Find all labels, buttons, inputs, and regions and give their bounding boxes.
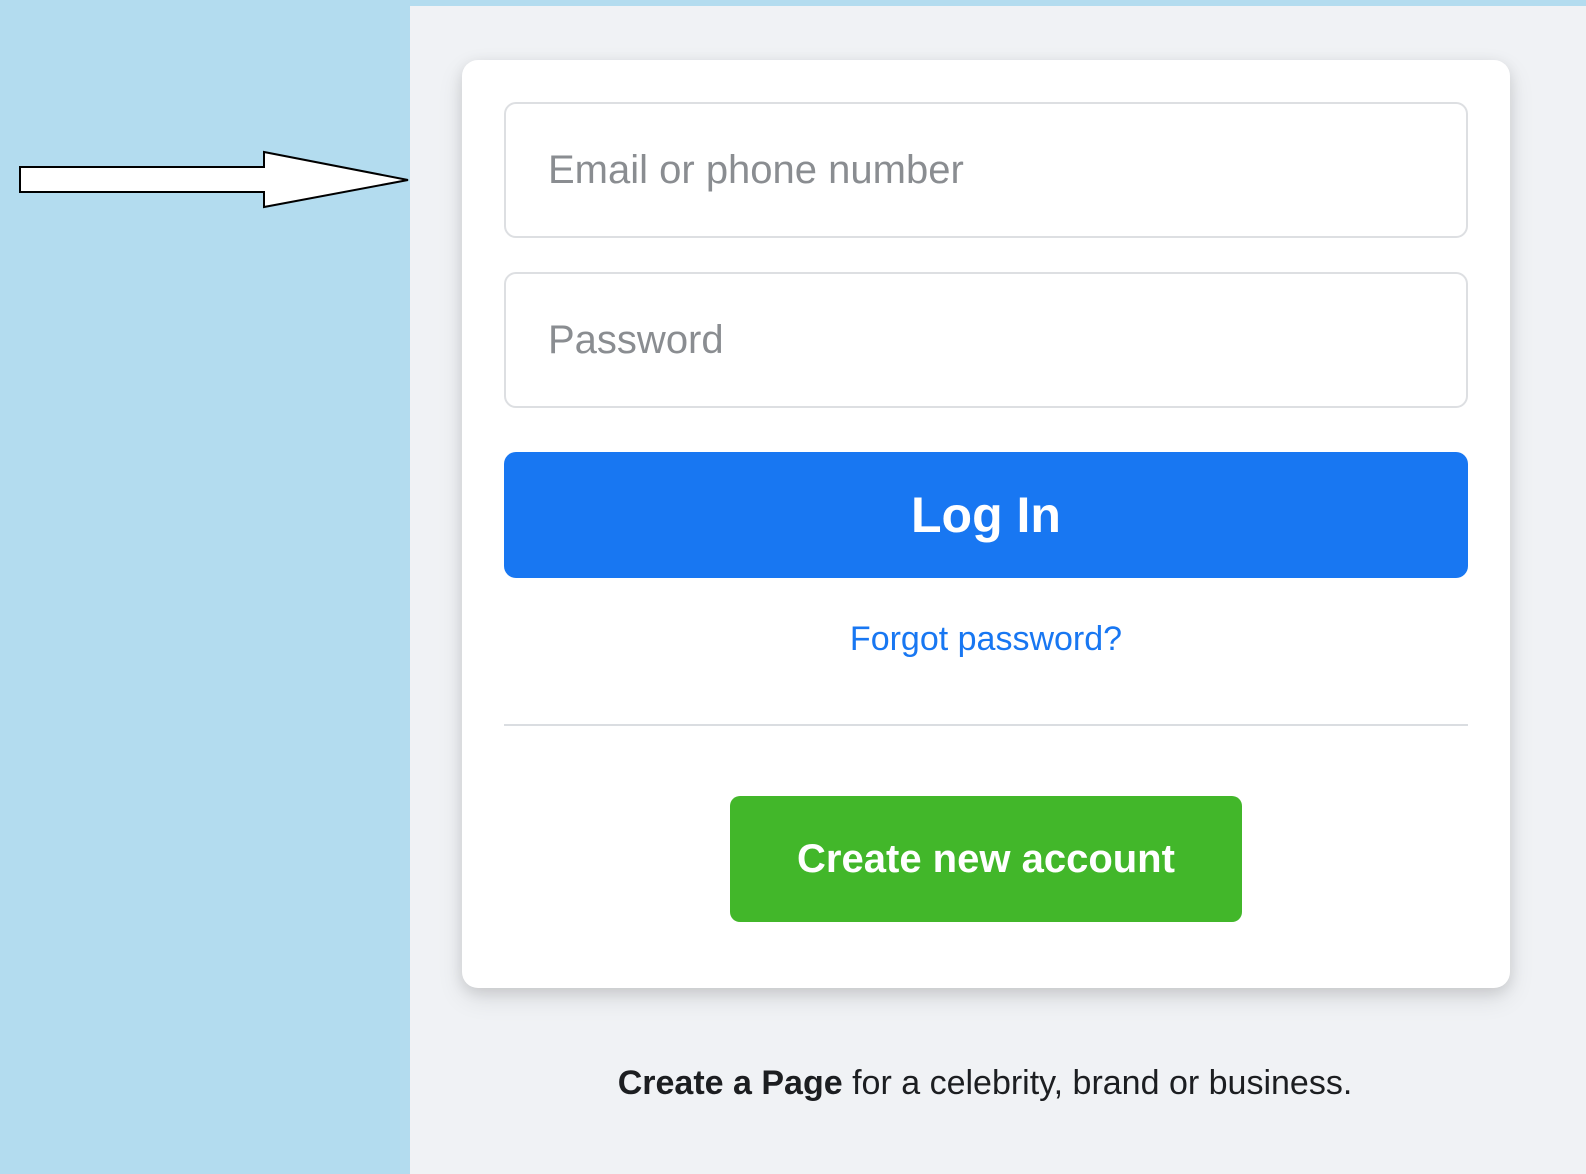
create-page-description: for a celebrity, brand or business.: [842, 1064, 1353, 1102]
right-arrow-icon: [19, 150, 409, 209]
login-page: Log In Forgot password? Create new accou…: [410, 6, 1586, 1174]
create-page-footer: Create a Page for a celebrity, brand or …: [410, 1064, 1560, 1103]
divider: [504, 724, 1468, 726]
create-account-button[interactable]: Create new account: [730, 796, 1242, 922]
login-card: Log In Forgot password? Create new accou…: [462, 60, 1510, 988]
forgot-password-link[interactable]: Forgot password?: [504, 620, 1468, 659]
create-page-link[interactable]: Create a Page: [618, 1064, 843, 1102]
email-field[interactable]: [504, 102, 1468, 238]
annotation-arrow: [0, 140, 420, 220]
login-button[interactable]: Log In: [504, 452, 1468, 578]
password-field[interactable]: [504, 272, 1468, 408]
